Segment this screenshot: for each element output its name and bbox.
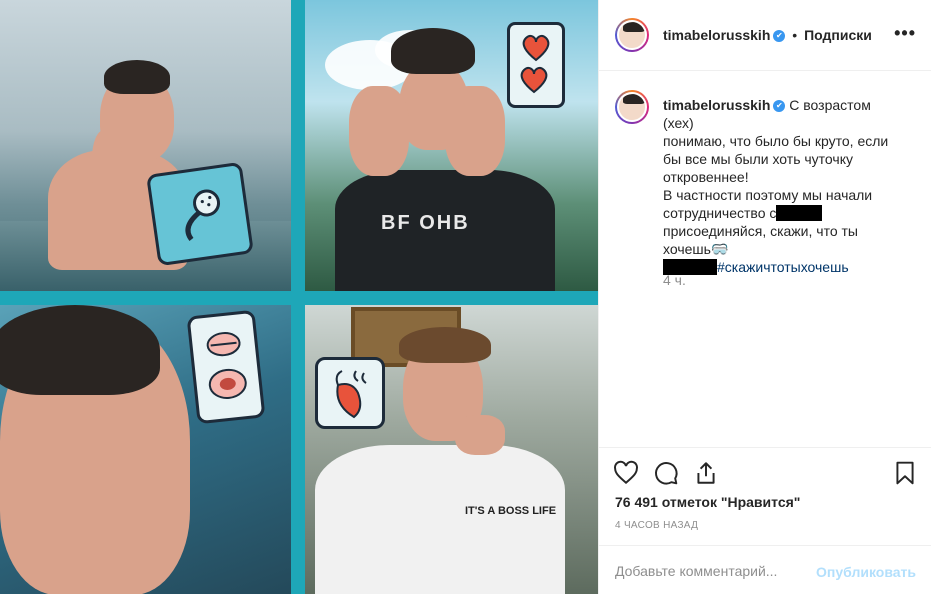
comment-icon[interactable] xyxy=(653,460,679,486)
hashtag-link[interactable]: #скажичтотыхочешь xyxy=(717,259,849,275)
caption-author-avatar[interactable] xyxy=(615,90,649,124)
shower-sticker xyxy=(146,161,254,267)
comment-input[interactable] xyxy=(615,560,815,582)
shirt-print: IT'S A BOSS LIFE xyxy=(465,505,557,517)
lips-icon xyxy=(206,332,247,399)
bookmark-icon[interactable] xyxy=(892,460,918,486)
more-icon[interactable]: ••• xyxy=(894,24,916,42)
avatar-image xyxy=(617,20,647,50)
person-hand xyxy=(445,86,505,176)
post-actions: 76 491 отметок "Нравится" 4 часов назад xyxy=(599,447,931,545)
white-shirt xyxy=(315,445,565,594)
posted-time[interactable]: 4 часов назад xyxy=(615,520,698,531)
post-side-panel: timabelorusskih ✔ • Подписки ••• timabelo… xyxy=(598,0,931,594)
avatar-image xyxy=(617,92,647,122)
caption-text: timabelorusskih ✔ С возрастом (хех) поним… xyxy=(663,96,903,276)
comment-form: Опубликовать xyxy=(599,545,931,594)
publish-button[interactable]: Опубликовать xyxy=(816,564,916,580)
person-hand xyxy=(349,86,409,176)
person-hand xyxy=(92,130,122,200)
goggles-emoji: 🥽 xyxy=(710,241,729,257)
caption-timestamp[interactable]: 4 ч. xyxy=(663,272,686,288)
author-avatar[interactable] xyxy=(615,18,649,52)
author-username[interactable]: timabelorusskih xyxy=(663,27,770,43)
person-hair xyxy=(0,305,160,395)
lips-sticker xyxy=(186,309,266,425)
person-hair xyxy=(399,327,491,363)
hearts-icon xyxy=(520,34,550,94)
person-hair xyxy=(104,60,170,94)
caption-line: В частности поэтому мы начали xyxy=(663,187,873,203)
pepper-icon xyxy=(335,370,367,419)
post-image-collage[interactable]: BF OHB IT'S A BOSS LIFE xyxy=(0,0,598,594)
collage-photo-portrait xyxy=(0,305,291,594)
share-icon[interactable] xyxy=(693,460,719,486)
caption-username[interactable]: timabelorusskih xyxy=(663,97,770,113)
shirt-print: BF OHB xyxy=(381,212,470,234)
likes-count[interactable]: 76 491 отметок "Нравится" xyxy=(615,494,800,510)
following-button[interactable]: Подписки xyxy=(804,27,872,43)
caption-line: присоединяйся, скажи, что ты xyxy=(663,223,858,239)
header-user-line: timabelorusskih ✔ • Подписки xyxy=(663,27,872,43)
collage-photo-heart-hands: BF OHB xyxy=(305,0,598,291)
caption-line: сотрудничество с xyxy=(663,205,777,221)
post-header: timabelorusskih ✔ • Подписки ••• xyxy=(599,0,931,71)
shower-icon xyxy=(185,189,221,241)
person-hand xyxy=(455,415,505,455)
verified-badge-icon: ✔ xyxy=(773,100,786,113)
caption-line: понимаю, что было бы круто, если xyxy=(663,133,889,149)
hot-pepper-sticker xyxy=(315,357,385,429)
person-hair xyxy=(391,28,475,74)
hearts-sticker xyxy=(507,22,565,108)
header-separator: • xyxy=(792,27,798,43)
collage-photo-eating: IT'S A BOSS LIFE xyxy=(305,305,598,594)
heart-icon[interactable] xyxy=(613,460,639,486)
caption-line: откровеннее! xyxy=(663,169,749,185)
caption-line: бы все мы были хоть чуточку xyxy=(663,151,853,167)
collage-photo-hot-spring xyxy=(0,0,291,291)
caption-line: хочешь xyxy=(663,241,711,257)
verified-badge-icon: ✔ xyxy=(773,30,786,43)
redacted-mention xyxy=(776,205,823,221)
